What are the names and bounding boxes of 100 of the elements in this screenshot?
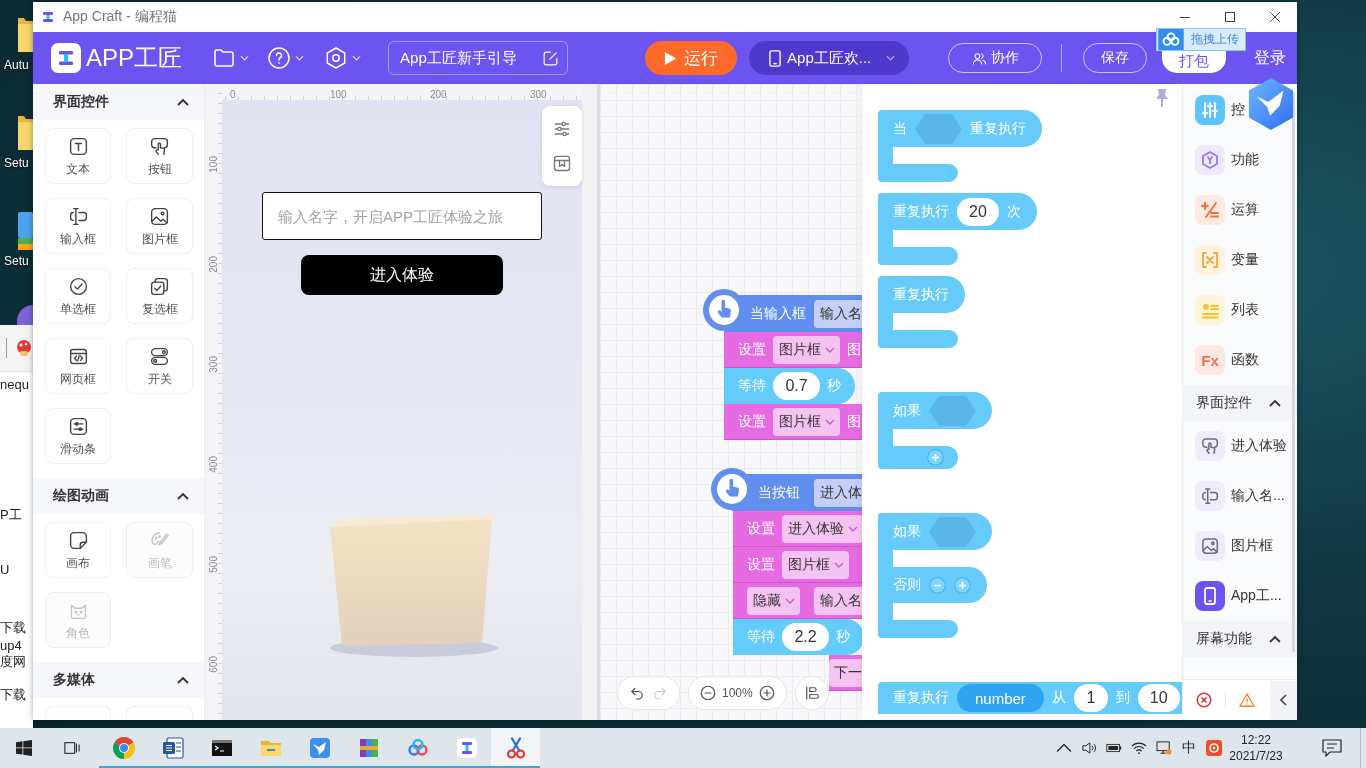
component-card[interactable]: 文本 (45, 128, 111, 184)
name-input[interactable]: 输入名字，开启APP工匠体验之旅 (262, 192, 542, 240)
section-header[interactable]: 界面控件 (33, 84, 204, 120)
notification-icon[interactable] (1322, 739, 1342, 757)
event-block[interactable]: 当输入框 输入名 (703, 289, 862, 332)
file-menu-button[interactable] (212, 46, 250, 70)
component-card[interactable]: 复选框 (126, 268, 193, 324)
chevron-icon[interactable] (1269, 399, 1281, 407)
component-card[interactable]: 网页框 (45, 338, 111, 394)
category-item[interactable]: 输入名... (1183, 471, 1297, 521)
category-item[interactable]: 控 (1183, 85, 1297, 135)
category-item[interactable]: 图片框 (1183, 521, 1297, 571)
component-card[interactable]: 单选框 (45, 268, 111, 324)
mushroom-icon[interactable] (15, 339, 33, 357)
desktop-icon-label[interactable]: Setu (0, 156, 29, 171)
number-input[interactable]: 0.7 (773, 372, 820, 400)
chevron-icon[interactable] (177, 98, 189, 106)
category-label: 运算 (1231, 201, 1259, 219)
package-button[interactable]: 打包 (1162, 51, 1227, 73)
desktop-icon-label[interactable]: Setu (0, 254, 29, 269)
block-dropdown[interactable]: 进入体验 (782, 514, 862, 543)
fx-badge: Fx (1195, 345, 1225, 375)
section-header[interactable]: 屏幕功能 (1183, 621, 1297, 657)
section-header[interactable]: 界面控件 (1183, 385, 1297, 421)
app-icon[interactable] (15, 305, 33, 325)
category-label: 控 (1231, 101, 1245, 119)
category-item[interactable]: 功能 (1183, 135, 1297, 185)
scrollbar[interactable] (1292, 92, 1295, 652)
category-item[interactable]: App工... (1183, 571, 1297, 621)
block-dropdown[interactable]: 图片框 (782, 550, 849, 579)
code-block[interactable]: 等待 0.7 秒 (724, 368, 855, 404)
section-header[interactable]: 多媒体 (33, 662, 204, 698)
component-card[interactable]: 图片框 (126, 198, 193, 254)
code-block[interactable]: 设置 图片框 图 (724, 404, 862, 440)
error-icon[interactable] (1196, 692, 1212, 708)
number-input[interactable]: 2.2 (782, 623, 829, 651)
zoom-out-icon[interactable] (699, 684, 717, 702)
ruler-label: 200 (207, 255, 220, 273)
help-icon (267, 46, 292, 70)
block-field[interactable]: 进入体 (814, 478, 862, 507)
category-item[interactable]: 变量 (1183, 235, 1297, 285)
help-menu-button[interactable] (267, 46, 305, 70)
desktop-icon-label[interactable]: Autu (0, 58, 29, 73)
category-item[interactable]: Fx 函数 (1183, 335, 1297, 385)
number-input[interactable]: 1 (1073, 684, 1108, 712)
bookmark-box-icon[interactable] (552, 153, 572, 173)
ime-indicator[interactable]: 中 (1181, 739, 1196, 757)
component-label: 输入框 (60, 232, 96, 246)
component-card[interactable]: 滑动条 (45, 408, 111, 464)
section-header[interactable]: 绘图动画 (33, 478, 204, 514)
code-block[interactable]: 设置 进入体验 (733, 511, 862, 547)
chevron-up-icon[interactable] (1055, 741, 1072, 755)
network-icon[interactable] (1155, 741, 1172, 755)
section-title: 界面控件 (53, 93, 109, 111)
component-card[interactable]: 按钮 (126, 128, 193, 184)
block-dropdown[interactable]: 图片框 (773, 407, 840, 436)
ruler-label: 300 (530, 89, 547, 100)
sliders-icon[interactable] (552, 119, 572, 139)
category-item[interactable]: 运算 (1183, 185, 1297, 235)
code-block[interactable]: 设置 图片框 (733, 547, 862, 583)
code-block[interactable]: 设置 图片框 图 (724, 332, 862, 368)
logo-icon (41, 10, 55, 24)
enter-button[interactable]: 进入体验 (301, 255, 503, 295)
code-block[interactable]: 重复执行 number 从 1 到 10 (878, 682, 1182, 714)
screen-selector[interactable]: App工匠欢... (749, 41, 910, 75)
number-input[interactable]: 20 (957, 197, 999, 226)
maximize-icon[interactable] (1224, 12, 1235, 22)
category-item[interactable]: 进入体验 (1183, 421, 1297, 471)
number-input[interactable]: 10 (1137, 684, 1180, 712)
component-card[interactable]: 开关 (126, 338, 193, 394)
block-field[interactable]: 输入名 (814, 586, 862, 615)
collapse-button[interactable] (1270, 680, 1297, 720)
align-button[interactable] (794, 676, 829, 710)
component-card[interactable]: 画布 (45, 522, 111, 578)
block-dropdown[interactable]: 图片框 (773, 335, 840, 364)
hexagon-logo-icon[interactable] (1247, 77, 1295, 131)
event-block[interactable]: 当按钮 进入体 (711, 468, 862, 511)
chevron-icon[interactable] (1269, 635, 1281, 643)
settings-menu-button[interactable] (324, 46, 362, 70)
speaker-icon[interactable] (1080, 741, 1097, 755)
zoom-in-icon[interactable] (757, 684, 776, 702)
chevron-icon[interactable] (177, 492, 189, 500)
component-card[interactable]: 输入框 (45, 198, 111, 254)
block-field[interactable]: 输入名 (814, 299, 862, 328)
caret-icon (848, 525, 858, 532)
warning-icon[interactable] (1239, 692, 1255, 708)
category-item[interactable]: 列表 (1183, 285, 1297, 335)
ruler-label: 200 (430, 89, 447, 100)
project-name-field[interactable]: App工匠新手引导 (388, 41, 569, 75)
block-dropdown[interactable]: 隐藏 (747, 586, 800, 615)
edit-icon[interactable] (542, 49, 560, 67)
code-block[interactable]: 隐藏 输入名 (733, 583, 862, 619)
close-icon[interactable] (1269, 12, 1280, 22)
battery-icon[interactable] (1105, 741, 1122, 755)
login-link[interactable]: 登录 (1254, 47, 1287, 69)
input-method-icon[interactable] (1205, 740, 1222, 756)
chevron-icon[interactable] (177, 676, 189, 684)
code-block[interactable]: 等待 2.2 秒 (733, 619, 862, 655)
wifi-icon[interactable] (1130, 741, 1147, 755)
code-block[interactable]: 重复执行 20 次 (878, 193, 1037, 230)
